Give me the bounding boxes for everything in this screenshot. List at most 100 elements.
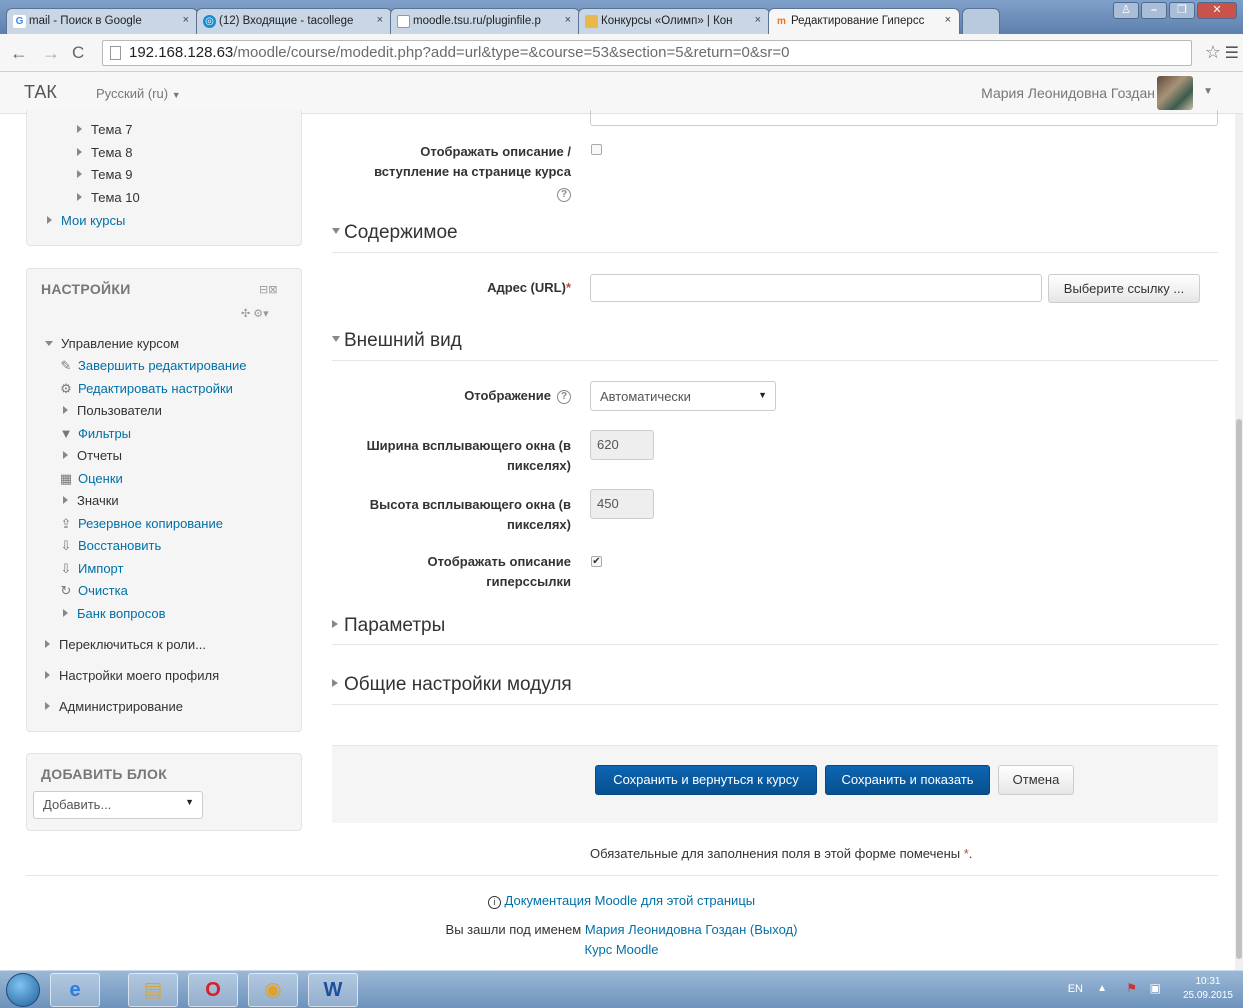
section-parameters-header[interactable]: Параметры bbox=[332, 615, 445, 637]
language-menu[interactable]: Русский (ru) ▼ bbox=[96, 86, 181, 101]
nav-item-topic-10[interactable]: Тема 10 bbox=[77, 190, 140, 205]
clock-date: 25.09.2015 bbox=[1182, 990, 1233, 1001]
label-line: гиперссылки bbox=[486, 574, 571, 589]
display-select[interactable]: Автоматически ▼ bbox=[590, 381, 776, 411]
maximize-icon[interactable]: ❐ bbox=[1169, 2, 1195, 19]
divider bbox=[332, 252, 1218, 253]
minimize-icon[interactable]: – bbox=[1141, 2, 1167, 19]
settings-item-filters[interactable]: ▼ Фильтры bbox=[59, 426, 131, 441]
settings-item-question-bank[interactable]: Банк вопросов bbox=[63, 606, 166, 621]
save-return-button[interactable]: Сохранить и вернуться к курсу bbox=[595, 765, 817, 795]
popup-width-input[interactable]: 620 bbox=[590, 430, 654, 460]
cancel-button[interactable]: Отмена bbox=[998, 765, 1074, 795]
popup-height-input[interactable]: 450 bbox=[590, 489, 654, 519]
clock[interactable]: 10:31 25.09.2015 bbox=[1183, 975, 1233, 1003]
close-tab-icon[interactable]: × bbox=[945, 14, 951, 26]
network-icon[interactable]: ⚑ bbox=[1126, 981, 1137, 995]
settings-item-turn-editing-off[interactable]: ✎ Завершить редактирование bbox=[59, 358, 247, 374]
close-window-icon[interactable]: ✕ bbox=[1197, 2, 1237, 19]
required-mark: * bbox=[963, 846, 969, 861]
print-intro-checkbox[interactable]: ✔ bbox=[591, 556, 602, 567]
logout-link[interactable]: (Выход) bbox=[750, 922, 798, 937]
show-description-checkbox[interactable] bbox=[591, 144, 602, 155]
chevron-down-icon: ▼ bbox=[185, 797, 194, 807]
settings-item-label: Завершить редактирование bbox=[78, 358, 247, 373]
pencil-icon: ✎ bbox=[60, 358, 72, 373]
new-tab-button[interactable] bbox=[962, 8, 1000, 34]
choose-link-button[interactable]: Выберите ссылку ... bbox=[1048, 274, 1200, 303]
scrollbar-thumb[interactable] bbox=[1236, 419, 1242, 959]
close-tab-icon[interactable]: × bbox=[377, 14, 383, 26]
chevron-down-icon[interactable]: ▼ bbox=[1203, 86, 1213, 97]
settings-item-badges[interactable]: Значки bbox=[63, 493, 119, 508]
page-scrollbar[interactable] bbox=[1235, 114, 1243, 970]
opera-icon[interactable]: O bbox=[188, 973, 238, 1007]
site-brand[interactable]: ТАК bbox=[24, 82, 57, 103]
close-tab-icon[interactable]: × bbox=[183, 14, 189, 26]
chrome-icon[interactable]: ◉ bbox=[248, 973, 298, 1007]
switch-role-node[interactable]: Переключиться к роли... bbox=[45, 637, 206, 652]
browser-tab-olimp[interactable]: Конкурсы «Олимп» | Кон × bbox=[578, 8, 770, 34]
settings-item-users[interactable]: Пользователи bbox=[63, 403, 162, 418]
word-icon[interactable]: W bbox=[308, 973, 358, 1007]
close-tab-icon[interactable]: × bbox=[565, 14, 571, 26]
add-block-select[interactable]: Добавить... ▼ bbox=[33, 791, 203, 819]
forward-icon[interactable]: → bbox=[42, 43, 60, 64]
administration-node[interactable]: Администрирование bbox=[45, 699, 183, 714]
section-content-header[interactable]: Содержимое bbox=[332, 222, 458, 244]
google-icon: G bbox=[13, 15, 26, 28]
course-admin-node[interactable]: Управление курсом bbox=[45, 336, 179, 351]
footer-course: Курс Moodle bbox=[0, 942, 1243, 957]
move-icon[interactable]: ✣ ⚙▾ bbox=[241, 307, 269, 320]
intro-textarea[interactable] bbox=[590, 110, 1218, 126]
nav-item-topic-9[interactable]: Тема 9 bbox=[77, 167, 132, 182]
moodle-icon: m bbox=[777, 16, 786, 27]
profile-settings-node[interactable]: Настройки моего профиля bbox=[45, 668, 219, 683]
form-actions: Сохранить и вернуться к курсу Сохранить … bbox=[332, 745, 1218, 823]
settings-item-backup[interactable]: ⇪ Резервное копирование bbox=[59, 516, 223, 532]
course-link[interactable]: Курс Moodle bbox=[585, 942, 659, 957]
language-indicator[interactable]: EN bbox=[1068, 983, 1083, 995]
settings-item-grades[interactable]: ▦ Оценки bbox=[59, 471, 123, 487]
ie-icon[interactable]: e bbox=[50, 973, 100, 1007]
browser-tab-mail[interactable]: ◎ (12) Входящие - tacollege × bbox=[196, 8, 392, 34]
url-input[interactable] bbox=[590, 274, 1042, 302]
section-common-header[interactable]: Общие настройки модуля bbox=[332, 674, 572, 696]
url-field[interactable]: 192.168.128.63/moodle/course/modedit.php… bbox=[102, 40, 1192, 66]
help-icon[interactable]: ? bbox=[557, 188, 571, 202]
docs-link[interactable]: Документация Moodle для этой страницы bbox=[505, 893, 756, 908]
tray-arrow-icon[interactable]: ▲ bbox=[1097, 983, 1107, 994]
start-button-icon[interactable] bbox=[6, 973, 40, 1007]
explorer-icon[interactable]: ▤ bbox=[128, 973, 178, 1007]
browser-tab-pluginfile[interactable]: moodle.tsu.ru/pluginfile.p × bbox=[390, 8, 580, 34]
close-tab-icon[interactable]: × bbox=[755, 14, 761, 26]
user-icon[interactable]: ♙ bbox=[1113, 2, 1139, 19]
settings-item-restore[interactable]: ⇩ Восстановить bbox=[59, 538, 162, 554]
settings-item-import[interactable]: ⇩ Импорт bbox=[59, 561, 124, 577]
browser-tab-google[interactable]: G mail - Поиск в Google × bbox=[6, 8, 198, 34]
settings-item-reports[interactable]: Отчеты bbox=[63, 448, 122, 463]
caret-right-icon bbox=[63, 609, 68, 617]
browser-tab-moodle[interactable]: m Редактирование Гиперсс × bbox=[768, 8, 960, 34]
import-icon: ⇩ bbox=[60, 561, 72, 576]
settings-item-reset[interactable]: ↻ Очистка bbox=[59, 583, 128, 599]
volume-icon[interactable]: ▣ bbox=[1150, 981, 1161, 995]
save-display-button[interactable]: Сохранить и показать bbox=[825, 765, 990, 795]
nav-item-my-courses[interactable]: Мои курсы bbox=[47, 213, 125, 228]
profile-link[interactable]: Мария Леонидовна Гоздан bbox=[585, 922, 746, 937]
menu-icon[interactable]: ☰ bbox=[1225, 43, 1239, 63]
caret-right-icon bbox=[77, 170, 82, 178]
nav-item-topic-8[interactable]: Тема 8 bbox=[77, 145, 132, 160]
info-icon: i bbox=[487, 896, 501, 909]
reload-icon[interactable]: C bbox=[72, 43, 84, 63]
help-icon[interactable]: ? bbox=[557, 390, 571, 404]
avatar[interactable] bbox=[1157, 76, 1193, 110]
nav-item-topic-7[interactable]: Тема 7 bbox=[77, 122, 132, 137]
section-appearance-header[interactable]: Внешний вид bbox=[332, 330, 462, 352]
bookmark-star-icon[interactable]: ☆ bbox=[1205, 42, 1221, 63]
dock-icon[interactable]: ⊟⊠ bbox=[259, 283, 277, 296]
back-icon[interactable]: ← bbox=[10, 43, 28, 64]
user-name[interactable]: Мария Леонидовна Гоздан bbox=[981, 85, 1155, 101]
settings-item-edit-settings[interactable]: ⚙ Редактировать настройки bbox=[59, 381, 233, 397]
page-icon bbox=[397, 15, 410, 28]
